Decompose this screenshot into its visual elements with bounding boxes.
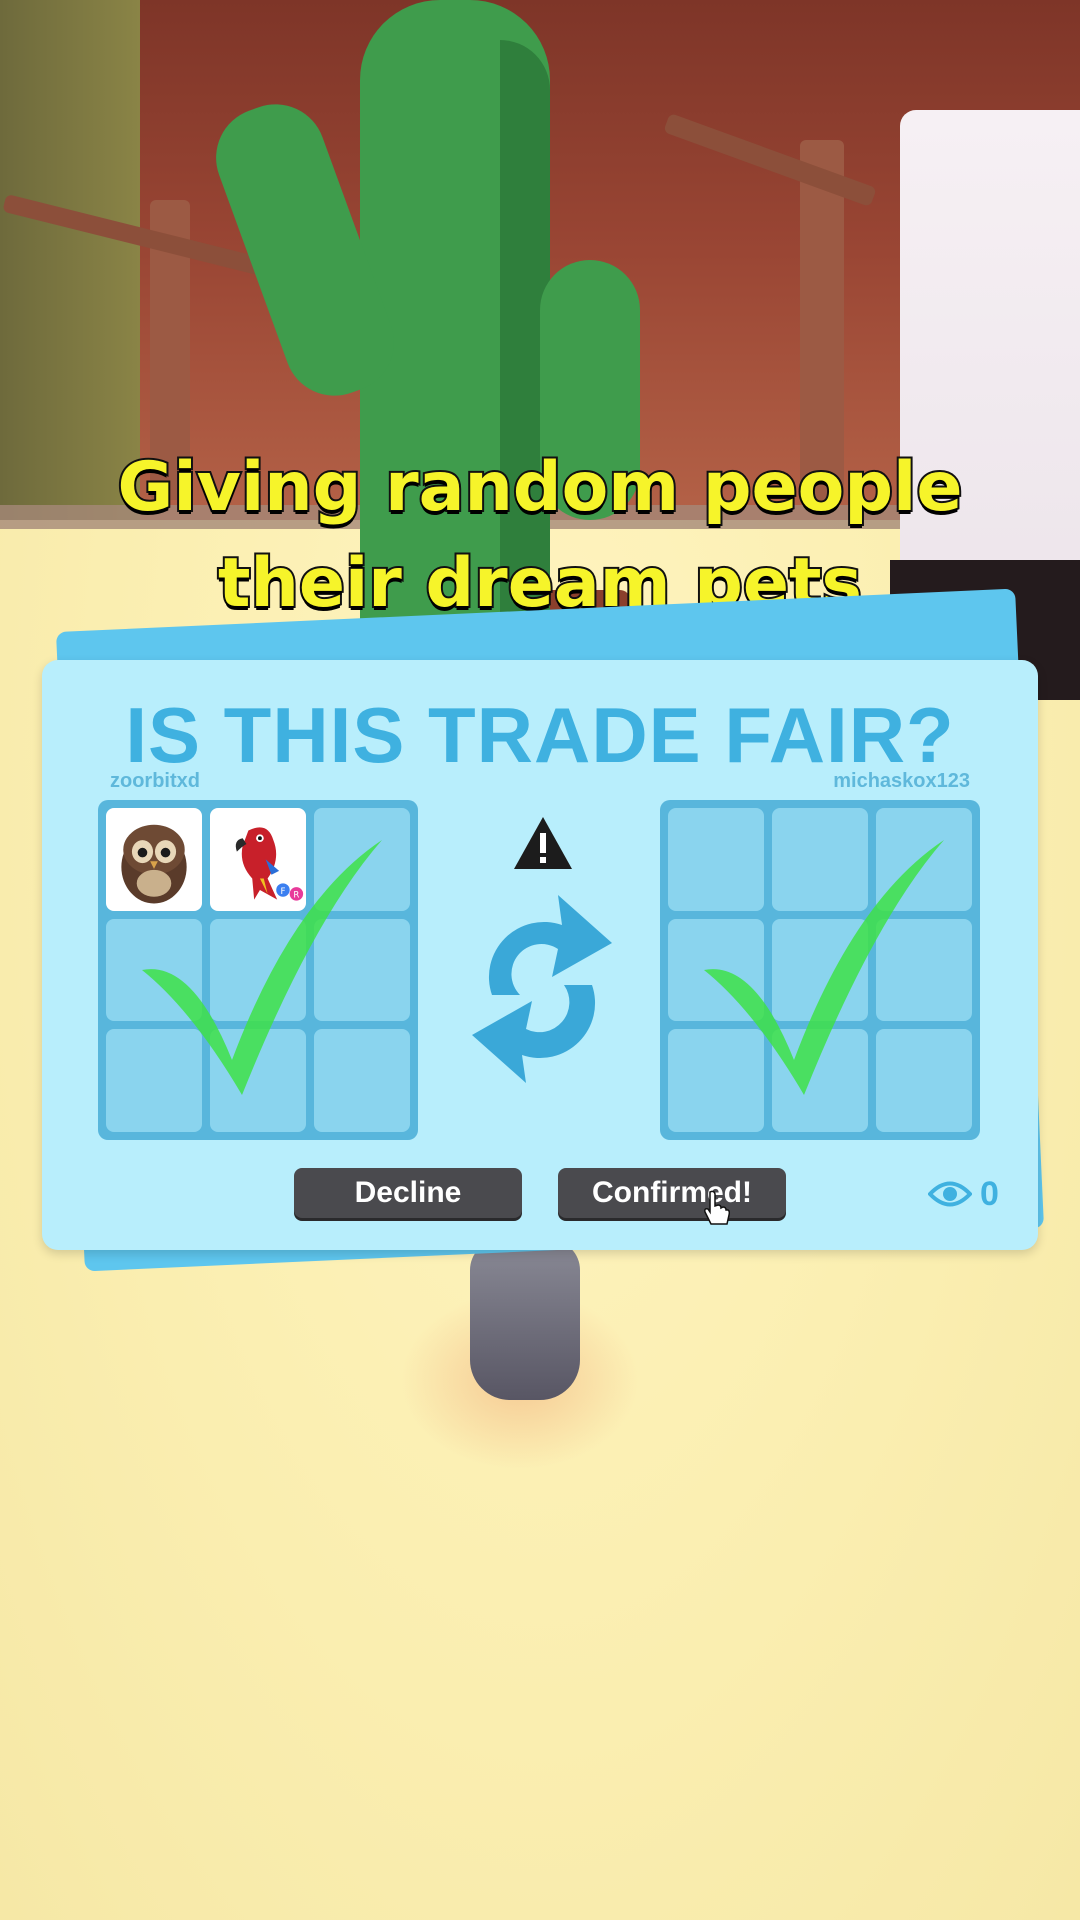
player-avatar [470,1240,580,1400]
spectator-counter: 0 [928,1174,999,1214]
eye-icon [928,1181,972,1207]
swap-arrows-icon [472,895,612,1083]
offer-slot-empty[interactable] [668,808,764,911]
offer-slot-empty[interactable] [106,918,202,1022]
right-username: michaskox123 [833,770,970,792]
offer-slot-empty[interactable] [210,918,306,1022]
hand-cursor-icon [704,1190,730,1225]
rideable-badge: R [293,891,299,901]
confirm-button[interactable]: Confirmed! [558,1168,786,1218]
viewer-count: 0 [980,1174,999,1213]
offer-slot-empty[interactable] [772,1029,868,1132]
offer-slot-empty[interactable] [876,808,972,911]
offer-slot-empty[interactable] [772,918,868,1022]
flyable-badge: F [280,887,285,897]
offer-slot-empty[interactable] [668,1029,764,1132]
left-username: zoorbitxd [110,770,200,792]
parrot-pet-icon: F R [235,827,304,901]
offer-slot-parrot[interactable]: F R [210,808,306,911]
game-scene: Giving random people their dream pets IS… [0,0,1080,1920]
left-offer-grid: F R [98,800,418,1140]
offer-slot-owl[interactable] [106,808,202,911]
trade-title: IS THIS TRADE FAIR? [125,691,955,779]
offer-slot-empty[interactable] [314,808,410,911]
offer-slot-empty[interactable] [314,918,410,1022]
warning-icon[interactable] [512,815,574,871]
trade-panel: IS THIS TRADE FAIR? zoorbitxd michaskox1… [42,660,1038,1250]
right-offer-grid [660,800,980,1140]
offer-slot-empty[interactable] [210,1029,306,1132]
caption-line-1: Giving random people [116,446,965,529]
offer-slot-empty[interactable] [314,1029,410,1132]
offer-slot-empty[interactable] [106,1029,202,1132]
owl-pet-icon [121,824,187,904]
decline-button[interactable]: Decline [294,1168,522,1218]
offer-slot-empty[interactable] [876,1029,972,1132]
offer-slot-empty[interactable] [876,918,972,1022]
offer-slot-empty[interactable] [668,918,764,1022]
offer-slot-empty[interactable] [772,808,868,911]
